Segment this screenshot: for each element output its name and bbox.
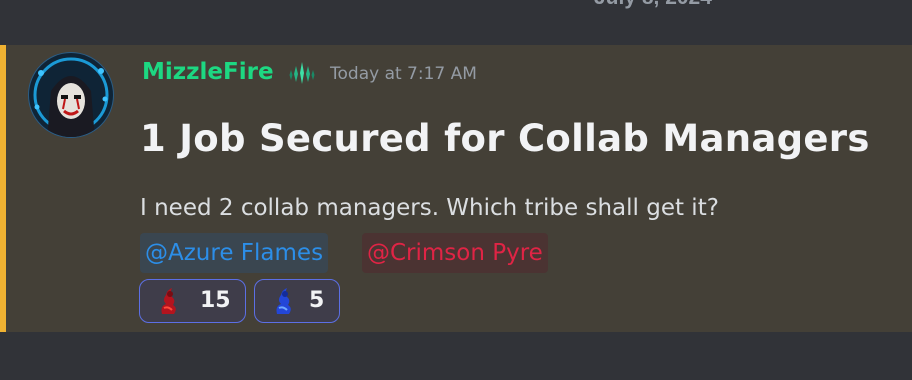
reaction-count: 5 <box>309 288 325 313</box>
username[interactable]: MizzleFire <box>142 59 274 85</box>
avatar[interactable] <box>27 51 115 139</box>
message-heading: 1 Job Secured for Collab Managers <box>140 117 870 160</box>
reaction-red-flame[interactable]: 15 <box>139 279 246 323</box>
date-divider: July 8, 2024 <box>594 0 712 10</box>
blue-flame-figure-icon <box>276 288 291 314</box>
reaction-blue-flame[interactable]: 5 <box>254 279 340 323</box>
reaction-count: 15 <box>200 288 231 313</box>
mention-azure-flames[interactable]: @Azure Flames <box>140 233 329 273</box>
message-timestamp[interactable]: Today at 7:17 AM <box>330 64 477 84</box>
mention-crimson-pyre[interactable]: @Crimson Pyre <box>362 233 548 273</box>
red-flame-figure-icon <box>161 288 176 314</box>
chat-message[interactable]: MizzleFire Today at 7:17 AM 1 Job Secure… <box>0 45 912 332</box>
message-body: I need 2 collab managers. Which tribe sh… <box>140 195 719 221</box>
mention-highlight-bar <box>0 45 6 332</box>
role-icon[interactable] <box>288 59 316 87</box>
